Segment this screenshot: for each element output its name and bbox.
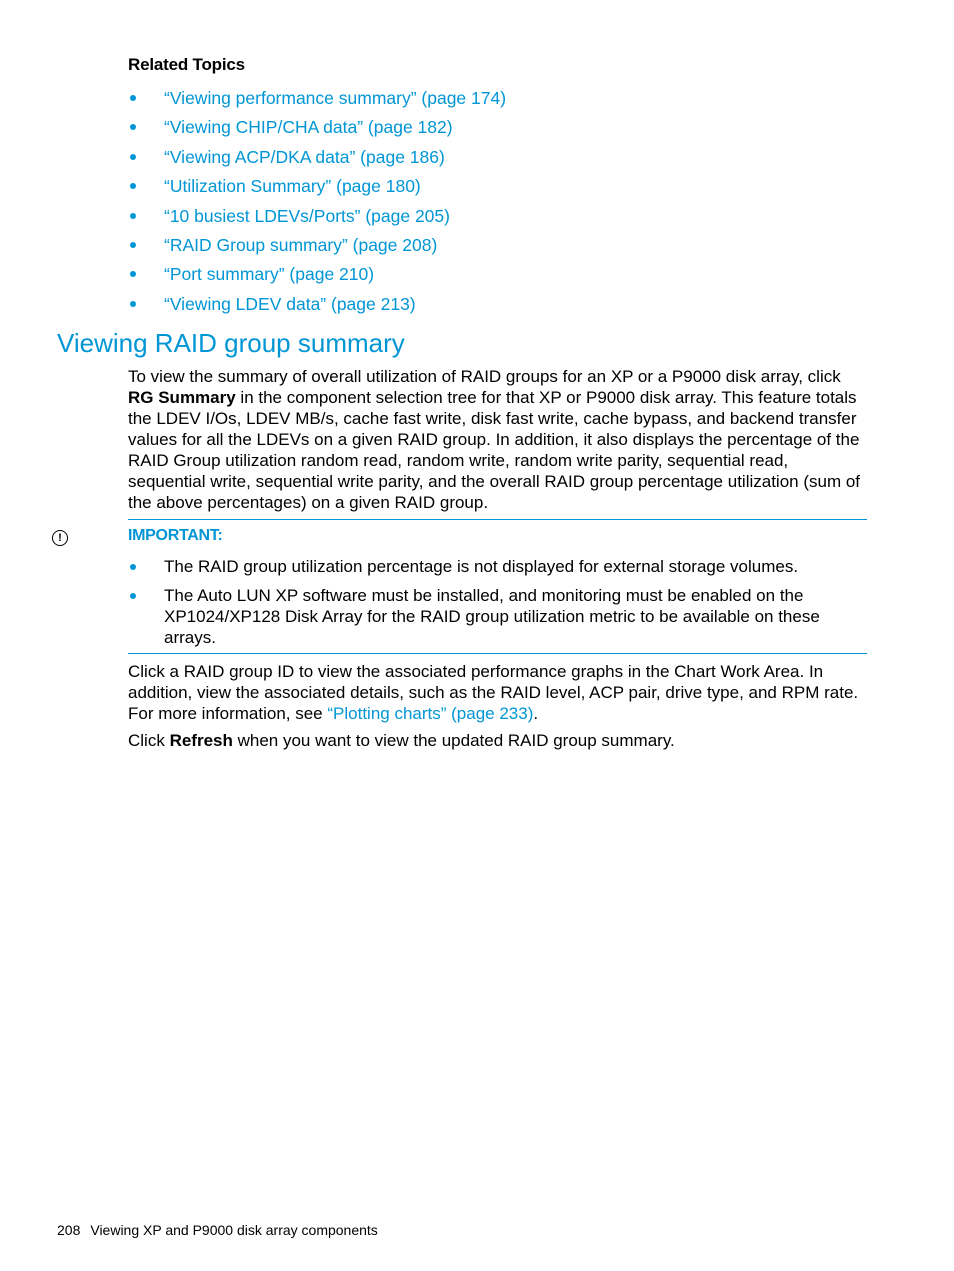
related-topic-item: “Viewing performance summary” (page 174)	[128, 85, 506, 114]
page-footer: 208 Viewing XP and P9000 disk array compo…	[57, 1222, 378, 1238]
bullet-icon	[130, 564, 136, 570]
important-item: The RAID group utilization percentage is…	[128, 556, 868, 577]
related-topic-item: “RAID Group summary” (page 208)	[128, 232, 506, 261]
bullet-icon	[130, 241, 136, 248]
intro-paragraph: To view the summary of overall utilizati…	[128, 366, 868, 513]
important-top-divider	[128, 519, 867, 520]
bullet-icon	[130, 95, 136, 101]
click-text-end: .	[533, 704, 539, 723]
important-bottom-divider	[128, 653, 867, 654]
related-topic-link[interactable]: “Port summary” (page 210)	[164, 264, 374, 284]
refresh-text-cont: when you want to view the updated RAID g…	[232, 731, 675, 750]
refresh-term: Refresh	[169, 731, 233, 750]
related-topics-title: Related Topics	[128, 55, 245, 74]
important-item-text: The RAID group utilization percentage is…	[164, 557, 799, 576]
exclamation-circle-icon: !	[52, 530, 68, 546]
bullet-icon	[130, 153, 136, 160]
related-topic-item: “Utilization Summary” (page 180)	[128, 173, 506, 202]
related-topic-link[interactable]: “10 busiest LDEVs/Ports” (page 205)	[164, 206, 450, 226]
bullet-icon	[130, 271, 136, 278]
related-topic-item: “Viewing LDEV data” (page 213)	[128, 291, 506, 320]
related-topic-link[interactable]: “Viewing CHIP/CHA data” (page 182)	[164, 117, 453, 137]
plotting-charts-link[interactable]: “Plotting charts” (page 233)	[327, 704, 533, 723]
refresh-paragraph: Click Refresh when you want to view the …	[128, 730, 868, 751]
section-heading: Viewing RAID group summary	[57, 328, 405, 358]
page-number: 208	[57, 1222, 81, 1238]
rg-summary-term: RG Summary	[128, 388, 236, 407]
click-paragraph: Click a RAID group ID to view the associ…	[128, 661, 868, 724]
related-topic-item: “Viewing ACP/DKA data” (page 186)	[128, 144, 506, 173]
related-topics-list: “Viewing performance summary” (page 174)…	[128, 85, 506, 320]
related-topic-link[interactable]: “Utilization Summary” (page 180)	[164, 176, 421, 196]
related-topic-item: “Viewing CHIP/CHA data” (page 182)	[128, 114, 506, 143]
chapter-title: Viewing XP and P9000 disk array componen…	[90, 1222, 378, 1238]
bullet-icon	[130, 124, 136, 131]
important-item-text: The Auto LUN XP software must be install…	[164, 586, 820, 647]
related-topic-item: “Port summary” (page 210)	[128, 261, 506, 290]
bullet-icon	[130, 212, 136, 219]
intro-text: To view the summary of overall utilizati…	[128, 367, 841, 386]
refresh-text: Click	[128, 731, 170, 750]
related-topic-link[interactable]: “Viewing performance summary” (page 174)	[164, 88, 506, 108]
important-item: The Auto LUN XP software must be install…	[128, 585, 868, 648]
bullet-icon	[130, 183, 136, 190]
related-topic-item: “10 busiest LDEVs/Ports” (page 205)	[128, 203, 506, 232]
important-label: IMPORTANT:	[128, 527, 223, 544]
important-list: The RAID group utilization percentage is…	[128, 556, 868, 656]
related-topic-link[interactable]: “Viewing ACP/DKA data” (page 186)	[164, 147, 445, 167]
bullet-icon	[130, 300, 136, 307]
related-topic-link[interactable]: “Viewing LDEV data” (page 213)	[164, 294, 416, 314]
bullet-icon	[130, 593, 136, 599]
related-topic-link[interactable]: “RAID Group summary” (page 208)	[164, 235, 437, 255]
intro-text-cont: in the component selection tree for that…	[128, 388, 861, 512]
